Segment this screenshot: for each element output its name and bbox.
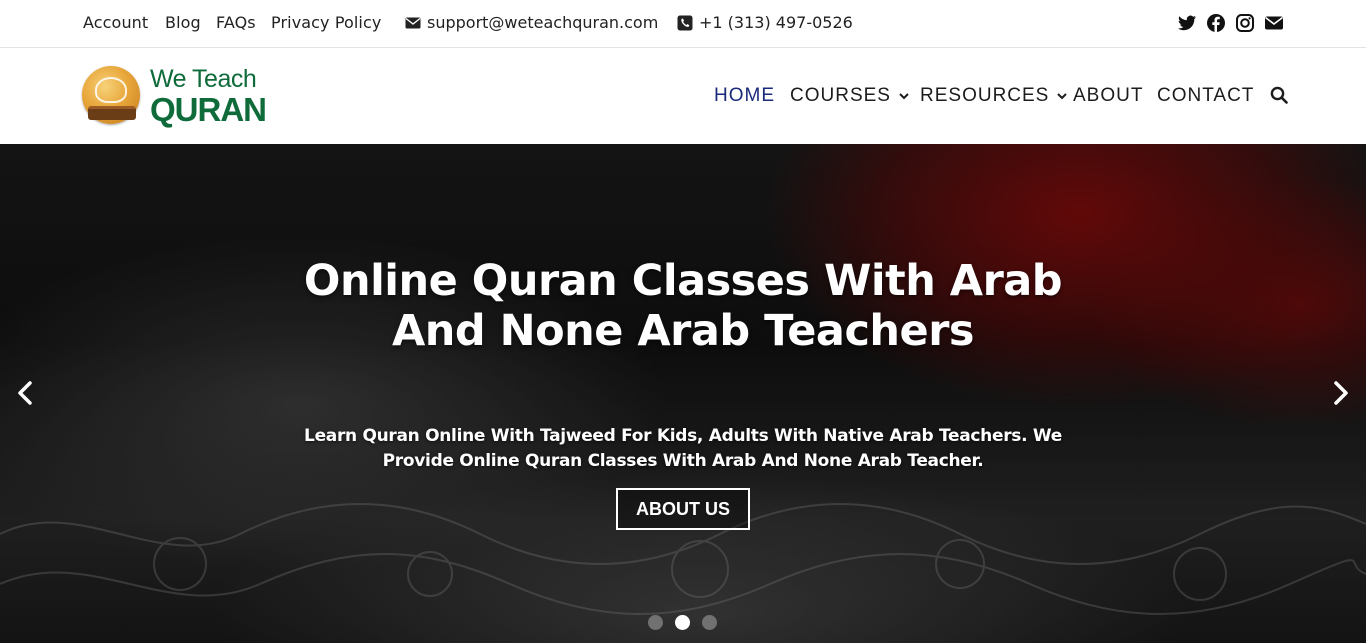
- hero-subtitle: Learn Quran Online With Tajweed For Kids…: [304, 426, 1062, 471]
- chevron-left-icon[interactable]: [14, 380, 38, 406]
- nav-contact[interactable]: CONTACT: [1157, 85, 1254, 107]
- slide-dot-2[interactable]: [675, 615, 690, 630]
- logo-text-line1: We Teach: [150, 65, 257, 93]
- nav-home-label: HOME: [714, 85, 775, 106]
- email-text: support@weteachquran.com: [427, 13, 659, 32]
- nav-resources[interactable]: RESOURCES: [920, 85, 1068, 107]
- chevron-down-icon: [1057, 93, 1068, 100]
- slider-dots: [648, 615, 717, 630]
- topbar-link-account[interactable]: Account: [83, 13, 148, 32]
- logo-book-icon: [88, 106, 136, 120]
- search-icon[interactable]: [1270, 86, 1288, 104]
- nav-courses-label: COURSES: [790, 85, 891, 106]
- hero-overlay: [0, 144, 1366, 643]
- hero-slider: Online Quran Classes With Arab And None …: [0, 144, 1366, 643]
- slide-dot-3[interactable]: [702, 615, 717, 630]
- slide-dot-1[interactable]: [648, 615, 663, 630]
- topbar-link-privacy-policy[interactable]: Privacy Policy: [271, 13, 381, 32]
- topbar-phone[interactable]: +1 (313) 497-0526: [677, 13, 853, 32]
- phone-icon: [677, 15, 693, 30]
- top-bar: Account Blog FAQs Privacy Policy support…: [0, 0, 1366, 48]
- nav-resources-label: RESOURCES: [920, 85, 1050, 106]
- envelope-icon: [405, 17, 421, 28]
- topbar-link-blog[interactable]: Blog: [165, 13, 201, 32]
- nav-contact-label: CONTACT: [1157, 85, 1255, 106]
- nav-home[interactable]: HOME: [714, 85, 775, 107]
- twitter-icon[interactable]: [1177, 13, 1197, 33]
- facebook-icon[interactable]: [1206, 13, 1226, 33]
- topbar-link-faqs[interactable]: FAQs: [216, 13, 256, 32]
- logo-emblem: [82, 66, 140, 124]
- site-logo[interactable]: We Teach QURAN: [82, 64, 272, 128]
- nav-about-label: ABOUT: [1073, 85, 1144, 106]
- main-header: We Teach QURAN HOME COURSES RESOURCES AB…: [0, 49, 1366, 144]
- logo-calligraphy: [95, 77, 127, 103]
- nav-about[interactable]: ABOUT: [1073, 85, 1143, 107]
- about-us-button[interactable]: ABOUT US: [616, 488, 750, 530]
- chevron-right-icon[interactable]: [1328, 380, 1352, 406]
- phone-text: +1 (313) 497-0526: [699, 13, 853, 32]
- hero-title: Online Quran Classes With Arab And None …: [303, 256, 1063, 356]
- logo-text-line2: QURAN: [150, 91, 267, 128]
- nav-courses[interactable]: COURSES: [790, 85, 909, 107]
- chevron-down-icon: [899, 93, 909, 100]
- envelope-icon[interactable]: [1264, 13, 1284, 33]
- instagram-icon[interactable]: [1235, 13, 1255, 33]
- topbar-email[interactable]: support@weteachquran.com: [405, 13, 658, 32]
